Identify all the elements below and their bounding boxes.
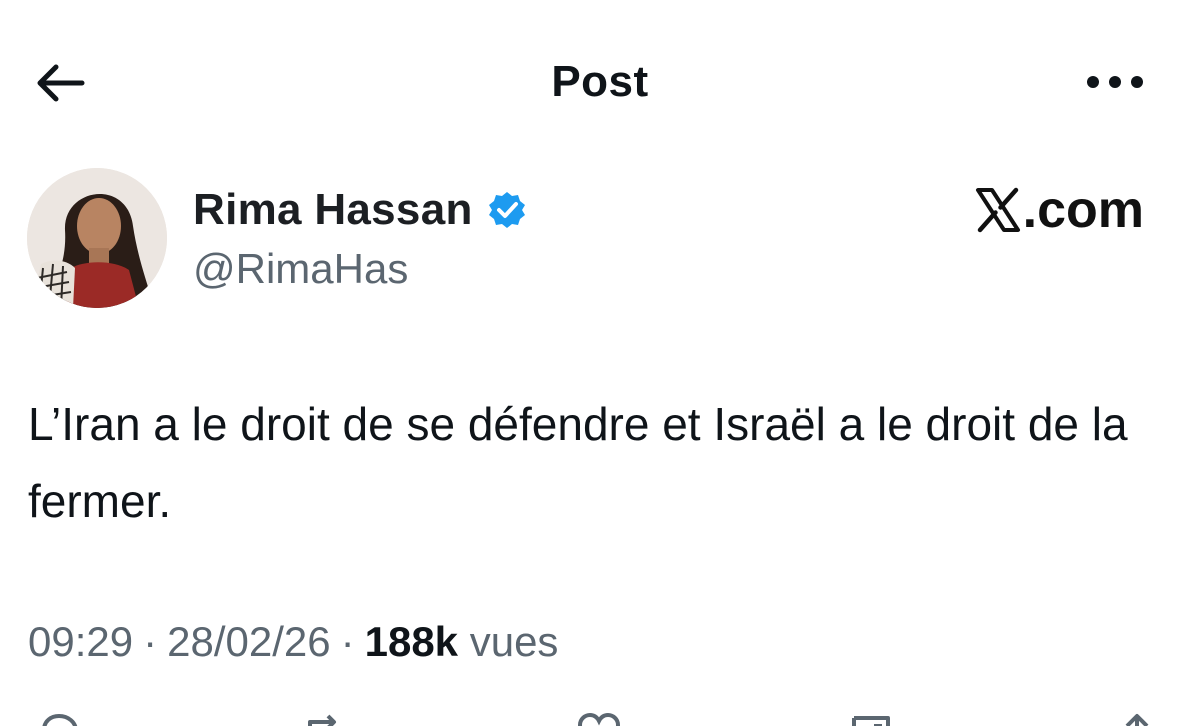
post-meta: 09:29 · 28/02/26 · 188k vues [28,612,558,672]
action-bar [0,712,1200,726]
page-title: Post [551,57,649,106]
more-horizontal-icon [1087,76,1143,88]
post-date[interactable]: 28/02/26 [167,618,331,665]
author-handle[interactable]: @RimaHas [193,242,408,296]
watermark-text: .com [1022,181,1144,239]
more-options-button[interactable] [1080,60,1150,104]
views-label: vues [469,618,559,665]
verified-badge-icon [488,192,525,228]
repost-icon[interactable] [300,712,346,726]
views-count: 188k [364,618,459,665]
meta-separator: · [143,618,158,665]
x-logo-icon [975,187,1020,233]
share-icon[interactable] [1114,712,1160,726]
post-time[interactable]: 09:29 [28,618,133,665]
post-text: L’Iran a le droit de se défendre et Isra… [28,398,1128,527]
author-display-name[interactable]: Rima Hassan [193,185,473,235]
meta-separator: · [340,618,355,665]
like-icon[interactable] [576,712,622,726]
site-watermark: .com [975,180,1144,240]
profile-photo [27,168,167,308]
top-bar: Post [0,0,1200,160]
reply-icon[interactable] [36,712,82,726]
avatar[interactable] [27,168,167,308]
post-page: Post Rima Hassan @RimaHas .com L’Iran a … [0,0,1200,726]
author-name-row: Rima Hassan [193,180,527,240]
bookmark-icon[interactable] [848,712,894,726]
